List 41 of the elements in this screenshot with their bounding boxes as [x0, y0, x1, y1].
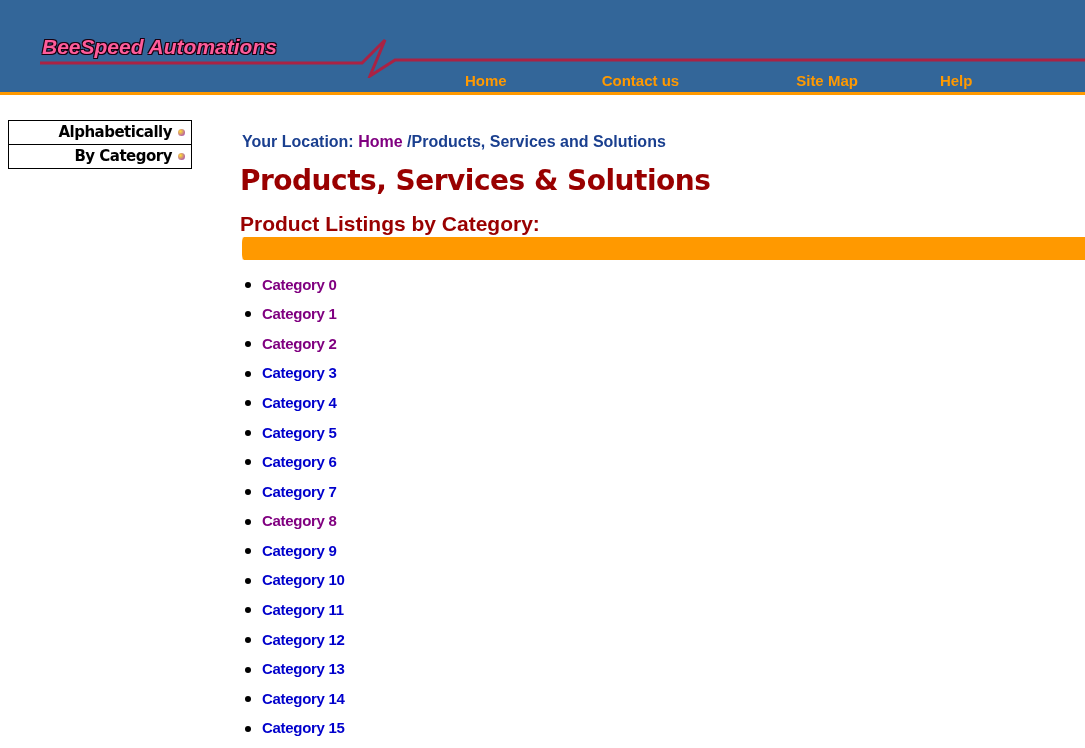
category-link[interactable]: Category 3 — [262, 362, 337, 385]
bullet-icon — [245, 341, 251, 347]
bullet-icon — [245, 696, 251, 703]
bullet-icon — [245, 636, 251, 643]
bullet-icon — [245, 607, 251, 614]
sidebar-link[interactable]: By Category — [8, 144, 192, 169]
bullet-icon — [245, 548, 251, 555]
category-link[interactable]: Category 12 — [262, 628, 345, 652]
bullet-icon — [245, 400, 251, 407]
page-title: Products, Services & Solutions — [240, 163, 712, 199]
category-link[interactable]: Category 15 — [262, 717, 345, 740]
category-link[interactable]: Category 2 — [262, 332, 337, 356]
bullet-icon — [245, 370, 251, 377]
category-link[interactable]: Category 1 — [262, 303, 337, 326]
bullet-icon — [245, 311, 251, 318]
sidebar-link[interactable]: Alphabetically — [8, 120, 192, 145]
breadcrumb-link[interactable]: Home — [358, 133, 403, 150]
bullet-icon — [245, 281, 251, 288]
bullet-icon — [178, 129, 185, 136]
category-link[interactable]: Category 8 — [262, 510, 337, 533]
category-link[interactable]: Category 7 — [262, 480, 337, 504]
bullet-icon — [178, 153, 185, 160]
bullet-icon — [245, 725, 251, 732]
category-link[interactable]: Category 6 — [262, 451, 337, 474]
category-link[interactable]: Category 14 — [262, 687, 345, 711]
category-link[interactable]: Category 13 — [262, 658, 345, 681]
category-link[interactable]: Category 9 — [262, 539, 337, 563]
category-link[interactable]: Category 5 — [262, 421, 337, 444]
bullet-icon — [245, 666, 251, 673]
bullet-icon — [245, 577, 251, 584]
bullet-icon — [245, 488, 251, 495]
breadcrumb-current: /Products, Services and Solutions — [407, 133, 666, 150]
category-link[interactable]: Category 11 — [262, 599, 344, 622]
bullet-icon — [245, 459, 251, 466]
bullet-icon — [245, 518, 251, 525]
bullet-icon — [245, 429, 251, 436]
section-heading: Product Listings by Category: — [240, 212, 541, 236]
breadcrumb-label: Your Location: — [242, 133, 354, 150]
category-link[interactable]: Category 10 — [262, 569, 345, 592]
category-link[interactable]: Category 4 — [262, 391, 337, 415]
category-link[interactable]: Category 0 — [262, 273, 337, 297]
